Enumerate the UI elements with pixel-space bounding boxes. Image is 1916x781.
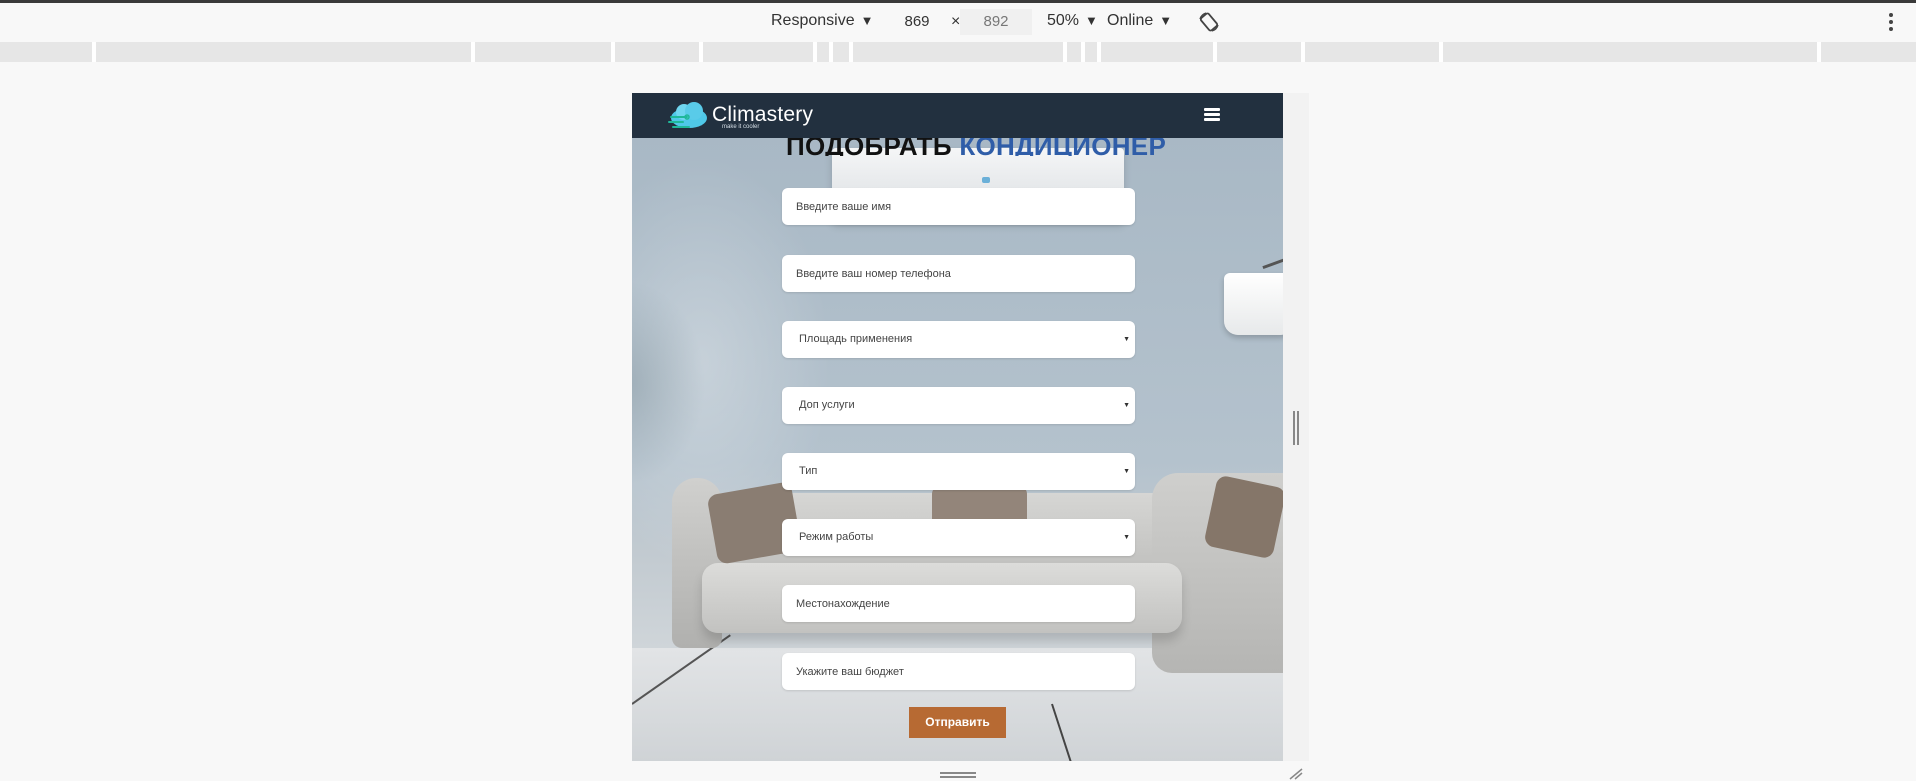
extras-select-value: Доп услуги bbox=[799, 399, 855, 411]
cloud-logo-icon[interactable] bbox=[667, 100, 711, 132]
hamburger-icon[interactable] bbox=[1204, 108, 1220, 122]
caret-down-icon: ▼ bbox=[1123, 336, 1130, 343]
area-select[interactable]: Площадь применения ▼ bbox=[782, 321, 1135, 358]
kebab-icon[interactable] bbox=[1888, 13, 1894, 33]
type-select[interactable]: Тип ▼ bbox=[782, 453, 1135, 490]
caret-down-icon: ▼ bbox=[1123, 534, 1130, 541]
media-query-ruler[interactable] bbox=[0, 42, 1916, 62]
phone-input[interactable] bbox=[782, 255, 1135, 292]
resize-corner-icon[interactable] bbox=[1288, 766, 1304, 780]
logo-tagline: make it cooler bbox=[722, 124, 760, 130]
budget-input[interactable] bbox=[782, 653, 1135, 690]
page-title: ПОДОБРАТЬ КОНДИЦИОНЕР bbox=[632, 138, 1283, 156]
device-viewport: ПОДОБРАТЬ КОНДИЦИОНЕР Climastery make it… bbox=[632, 93, 1283, 761]
resize-right-handle[interactable] bbox=[1293, 411, 1301, 445]
extras-select[interactable]: Доп услуги ▼ bbox=[782, 387, 1135, 424]
chevron-down-icon: ▼ bbox=[1159, 13, 1173, 28]
title-part-1: ПОДОБРАТЬ bbox=[786, 138, 952, 156]
dimension-times: × bbox=[951, 13, 961, 30]
height-input[interactable]: 892 bbox=[960, 9, 1032, 35]
device-label: Responsive bbox=[771, 12, 855, 29]
name-input[interactable] bbox=[782, 188, 1135, 225]
chevron-down-icon: ▼ bbox=[1085, 13, 1098, 28]
caret-down-icon: ▼ bbox=[1123, 468, 1130, 475]
caret-down-icon: ▼ bbox=[1123, 402, 1130, 409]
network-dropdown[interactable]: Online ▼ bbox=[1107, 12, 1172, 30]
area-select-value: Площадь применения bbox=[799, 333, 913, 345]
width-input[interactable]: 869 bbox=[881, 9, 953, 35]
chevron-down-icon: ▼ bbox=[860, 13, 874, 28]
type-select-value: Тип bbox=[799, 465, 818, 477]
site-header: Climastery make it cooler bbox=[632, 93, 1283, 138]
mode-select-value: Режим работы bbox=[799, 531, 874, 543]
device-toolbar: Responsive ▼ 869 × 892 50% ▼ Online ▼ bbox=[0, 3, 1916, 39]
submit-button[interactable]: Отправить bbox=[909, 707, 1006, 738]
resize-bottom-handle[interactable] bbox=[940, 772, 976, 781]
zoom-label: 50% bbox=[1047, 12, 1080, 29]
zoom-dropdown[interactable]: 50% ▼ bbox=[1047, 12, 1098, 30]
device-dropdown[interactable]: Responsive ▼ bbox=[771, 12, 873, 30]
title-part-2: КОНДИЦИОНЕР bbox=[959, 138, 1167, 156]
network-label: Online bbox=[1107, 12, 1154, 29]
location-input[interactable] bbox=[782, 585, 1135, 622]
lamp-image bbox=[1224, 273, 1283, 335]
rotate-icon[interactable] bbox=[1198, 11, 1220, 33]
mode-select[interactable]: Режим работы ▼ bbox=[782, 519, 1135, 556]
